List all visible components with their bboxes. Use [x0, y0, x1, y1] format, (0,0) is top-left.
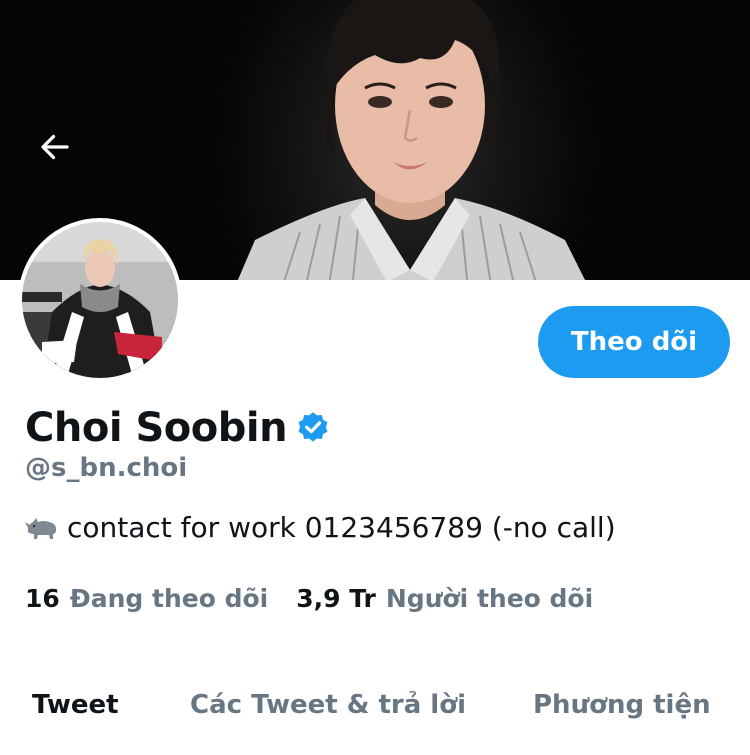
following-label: Đang theo dõi [69, 584, 269, 613]
name-row: Choi Soobin [25, 400, 331, 456]
tab-tweets-and-replies[interactable]: Các Tweet & trả lời [190, 690, 466, 720]
profile-tabs: Tweet Các Tweet & trả lời Phương tiện [0, 690, 750, 740]
display-name: Choi Soobin [25, 405, 288, 451]
rhino-icon [25, 518, 57, 539]
bio: contact for work 0123456789 (-no call) [25, 510, 616, 544]
avatar[interactable] [18, 218, 182, 382]
verified-badge-icon[interactable] [295, 410, 331, 446]
followers-stat[interactable]: 3,9 Tr Người theo dõi [296, 584, 593, 613]
user-handle: @s_bn.choi [25, 453, 188, 483]
back-button[interactable] [30, 122, 80, 172]
avatar-photo [22, 222, 178, 378]
followers-label: Người theo dõi [385, 584, 594, 613]
banner-photo [237, 0, 585, 280]
following-count: 16 [25, 584, 60, 613]
bio-text: contact for work 0123456789 (-no call) [67, 510, 616, 544]
arrow-left-icon [41, 134, 69, 160]
profile-stats: 16 Đang theo dõi 3,9 Tr Người theo dõi [25, 584, 593, 613]
tab-media[interactable]: Phương tiện [533, 690, 711, 720]
following-stat[interactable]: 16 Đang theo dõi [25, 584, 268, 613]
follow-button[interactable]: Theo dõi [538, 306, 730, 378]
followers-count: 3,9 Tr [296, 584, 376, 613]
tab-tweets[interactable]: Tweet [32, 690, 119, 720]
